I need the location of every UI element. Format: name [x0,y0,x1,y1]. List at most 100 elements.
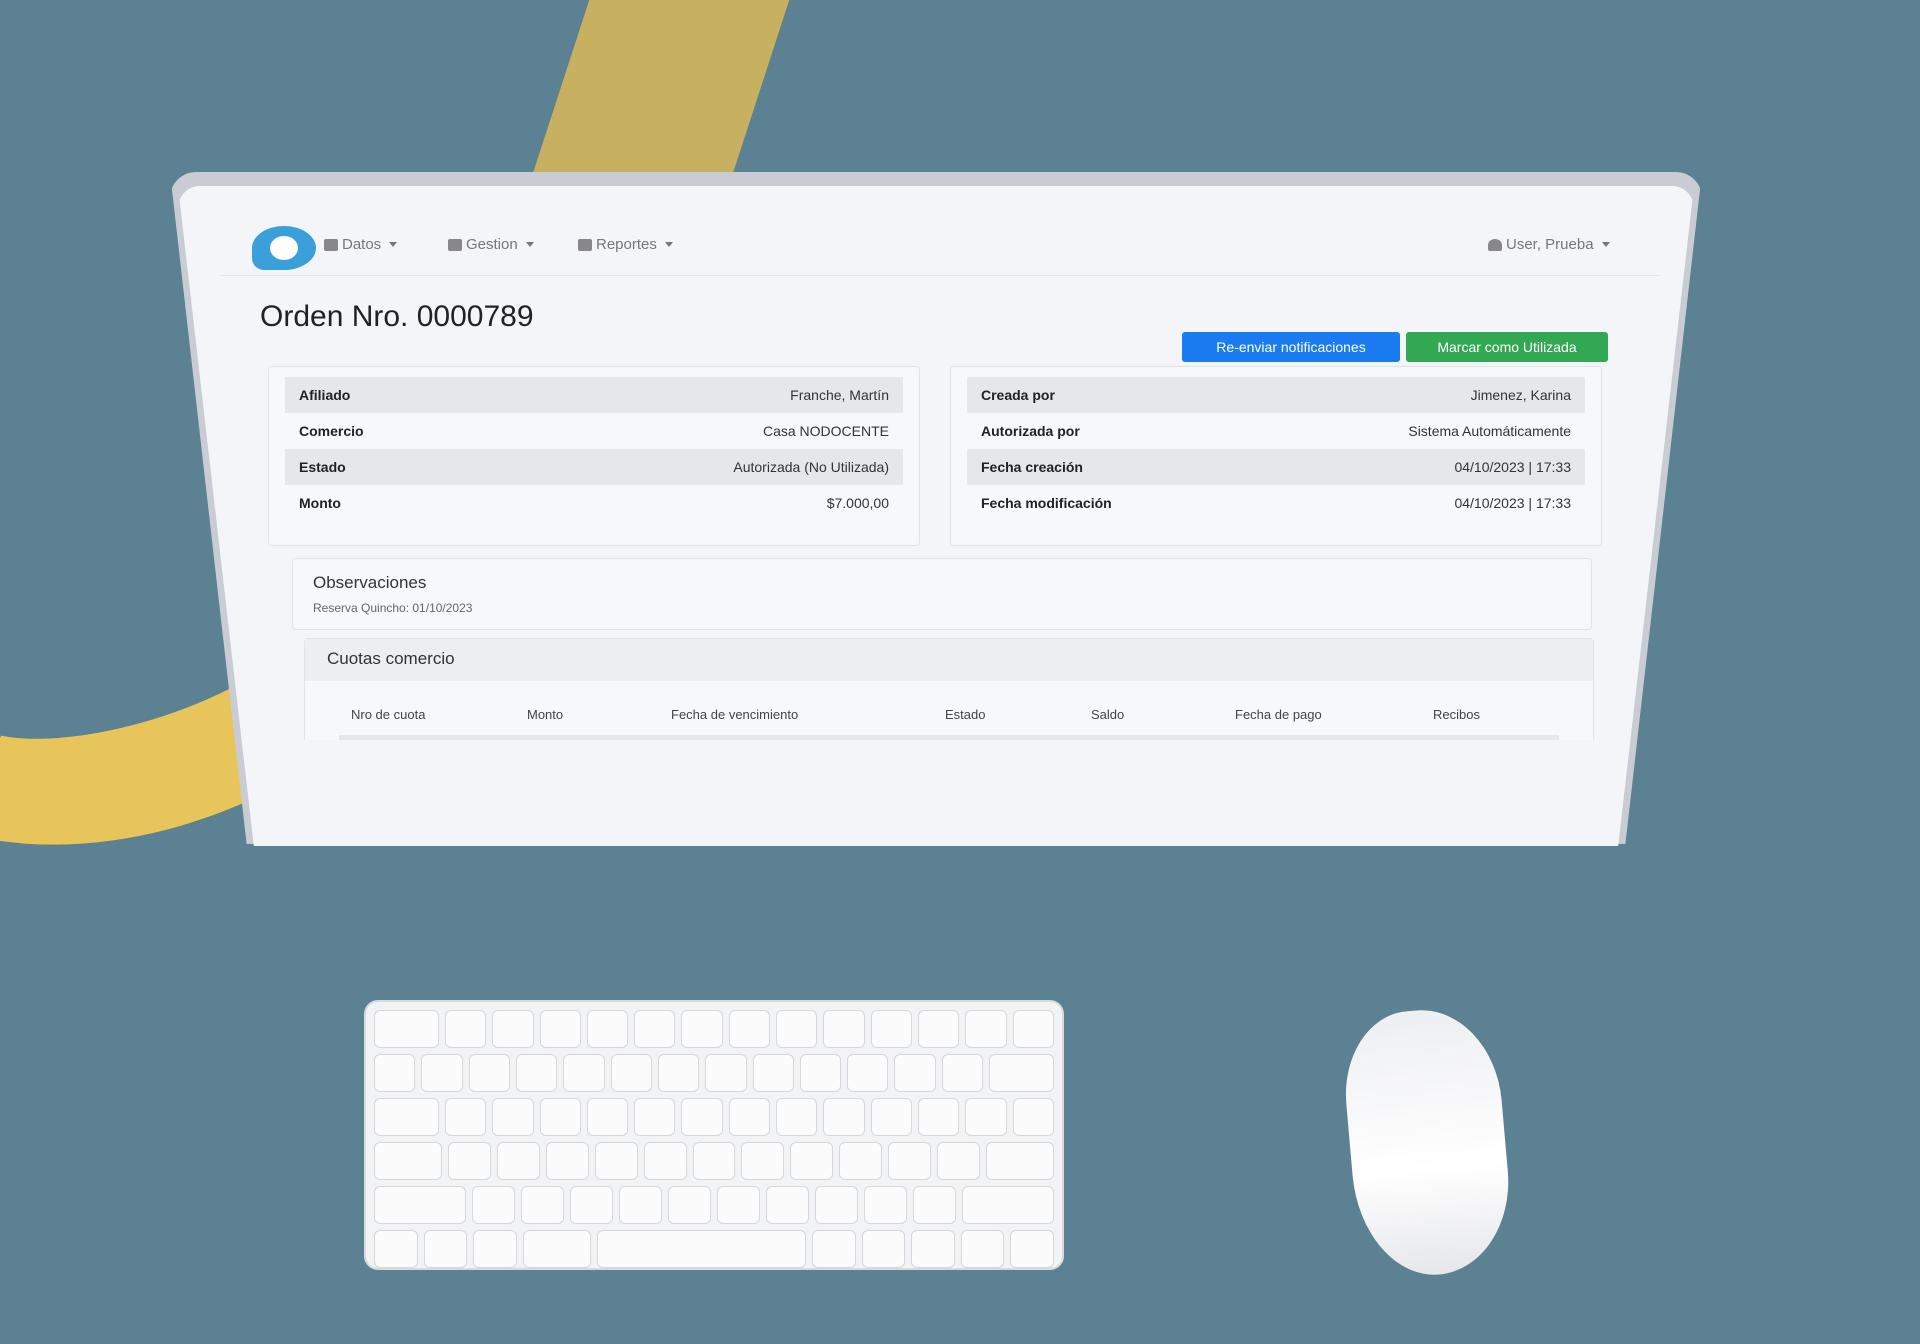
keyboard-key [472,1186,516,1224]
keyboard-key [812,1230,856,1268]
nav-reportes[interactable]: Reportes [578,236,673,253]
detail-row: Monto $7.000,00 [285,485,903,521]
app-window: Datos Gestion Reportes User, Prueba Orde… [220,212,1660,740]
column-header[interactable]: Fecha de vencimiento [671,707,798,722]
app-logo[interactable] [252,226,316,270]
keyboard-key [586,1010,629,1048]
detail-label: Comercio [299,423,364,439]
nav-user-menu[interactable]: User, Prueba [1488,236,1610,253]
keyboard-key [681,1010,723,1048]
keyboard-key [1012,1098,1054,1136]
column-header[interactable]: Monto [527,707,563,722]
detail-value: 04/10/2023 | 17:33 [1454,459,1571,475]
keyboard-row [374,1230,1054,1268]
keyboard-key [888,1142,932,1180]
keyboard-key [586,1098,629,1136]
mark-used-button[interactable]: Marcar como Utilizada [1406,332,1608,362]
observaciones-title: Observaciones [313,573,427,592]
keyboard-key [986,1142,1054,1180]
nav-reportes-label: Reportes [596,236,657,253]
detail-label: Estado [299,459,346,475]
keyboard-key [619,1186,663,1224]
detail-row: Creada por Jimenez, Karina [967,377,1585,413]
keyboard [364,1000,1064,1270]
keyboard-key [776,1098,818,1136]
mouse [1338,1003,1517,1282]
keyboard-key [594,1142,638,1180]
order-meta-card: Creada por Jimenez, Karina Autorizada po… [950,366,1602,546]
keyboard-key [937,1142,981,1180]
keyboard-key [839,1142,883,1180]
keyboard-key [823,1010,865,1048]
keyboard-key [522,1230,591,1268]
detail-label: Creada por [981,387,1055,403]
page-title: Orden Nro. 0000789 [260,300,534,333]
keyboard-key [705,1054,747,1092]
detail-label: Afiliado [299,387,351,403]
keyboard-key [496,1142,540,1180]
keyboard-key [374,1230,418,1268]
detail-label: Fecha creación [981,459,1083,475]
keyboard-key [634,1010,676,1048]
detail-row: Fecha creación 04/10/2023 | 17:33 [967,449,1585,485]
column-header[interactable]: Fecha de pago [1235,707,1322,722]
resend-notifications-button[interactable]: Re-enviar notificaciones [1182,332,1400,362]
nav-datos[interactable]: Datos [324,236,398,253]
order-details-card: Afiliado Franche, Martín Comercio Casa N… [268,366,920,546]
keyboard-key [423,1230,467,1268]
keyboard-key [861,1230,906,1268]
keyboard-row [374,1098,1054,1136]
keyboard-key [539,1010,581,1048]
user-icon [1488,238,1502,251]
keyboard-row [374,1054,1054,1092]
keyboard-key [681,1098,723,1136]
detail-value: Casa NODOCENTE [762,423,889,439]
caret-down-icon [525,242,534,247]
column-header[interactable]: Nro de cuota [351,707,425,722]
keyboard-key [776,1010,818,1048]
keyboard-key [374,1186,467,1224]
detail-label: Monto [299,495,341,511]
keyboard-key [752,1054,794,1092]
keyboard-key [643,1142,687,1180]
table-icon [448,238,462,251]
keyboard-row [374,1186,1054,1224]
keyboard-key [918,1098,960,1136]
keyboard-key [918,1010,960,1048]
detail-row: Estado Autorizada (No Utilizada) [285,449,903,485]
column-header[interactable]: Saldo [1091,707,1124,722]
nav-gestion[interactable]: Gestion [448,236,534,253]
keyboard-key [521,1186,565,1224]
keyboard-key [634,1098,676,1136]
keyboard-key [870,1098,913,1136]
detail-row: Afiliado Franche, Martín [285,377,903,413]
keyboard-key [374,1010,439,1048]
keyboard-key [814,1186,858,1224]
keyboard-key [545,1142,589,1180]
keyboard-key [668,1186,711,1224]
keyboard-key [539,1098,581,1136]
keyboard-key [989,1054,1054,1092]
keyboard-key [863,1186,907,1224]
keyboard-key [492,1098,534,1136]
detail-value: Jimenez, Karina [1470,387,1571,403]
column-header[interactable]: Estado [945,707,985,722]
keyboard-key [765,1186,809,1224]
keyboard-key [596,1230,807,1268]
detail-label: Autorizada por [981,423,1080,439]
detail-value: Autorizada (No Utilizada) [733,459,889,475]
caret-down-icon [664,242,673,247]
nav-gestion-label: Gestion [466,236,518,253]
keyboard-key [965,1010,1007,1048]
detail-value: $7.000,00 [826,495,889,511]
column-header[interactable]: Recibos [1433,707,1480,722]
report-icon [578,238,592,251]
detail-value: 04/10/2023 | 17:33 [1454,495,1571,511]
keyboard-key [657,1054,700,1092]
keyboard-key [728,1010,771,1048]
keyboard-key [728,1098,771,1136]
keyboard-key [692,1142,736,1180]
keyboard-key [799,1054,842,1092]
keyboard-key [741,1142,785,1180]
keyboard-key [823,1098,865,1136]
